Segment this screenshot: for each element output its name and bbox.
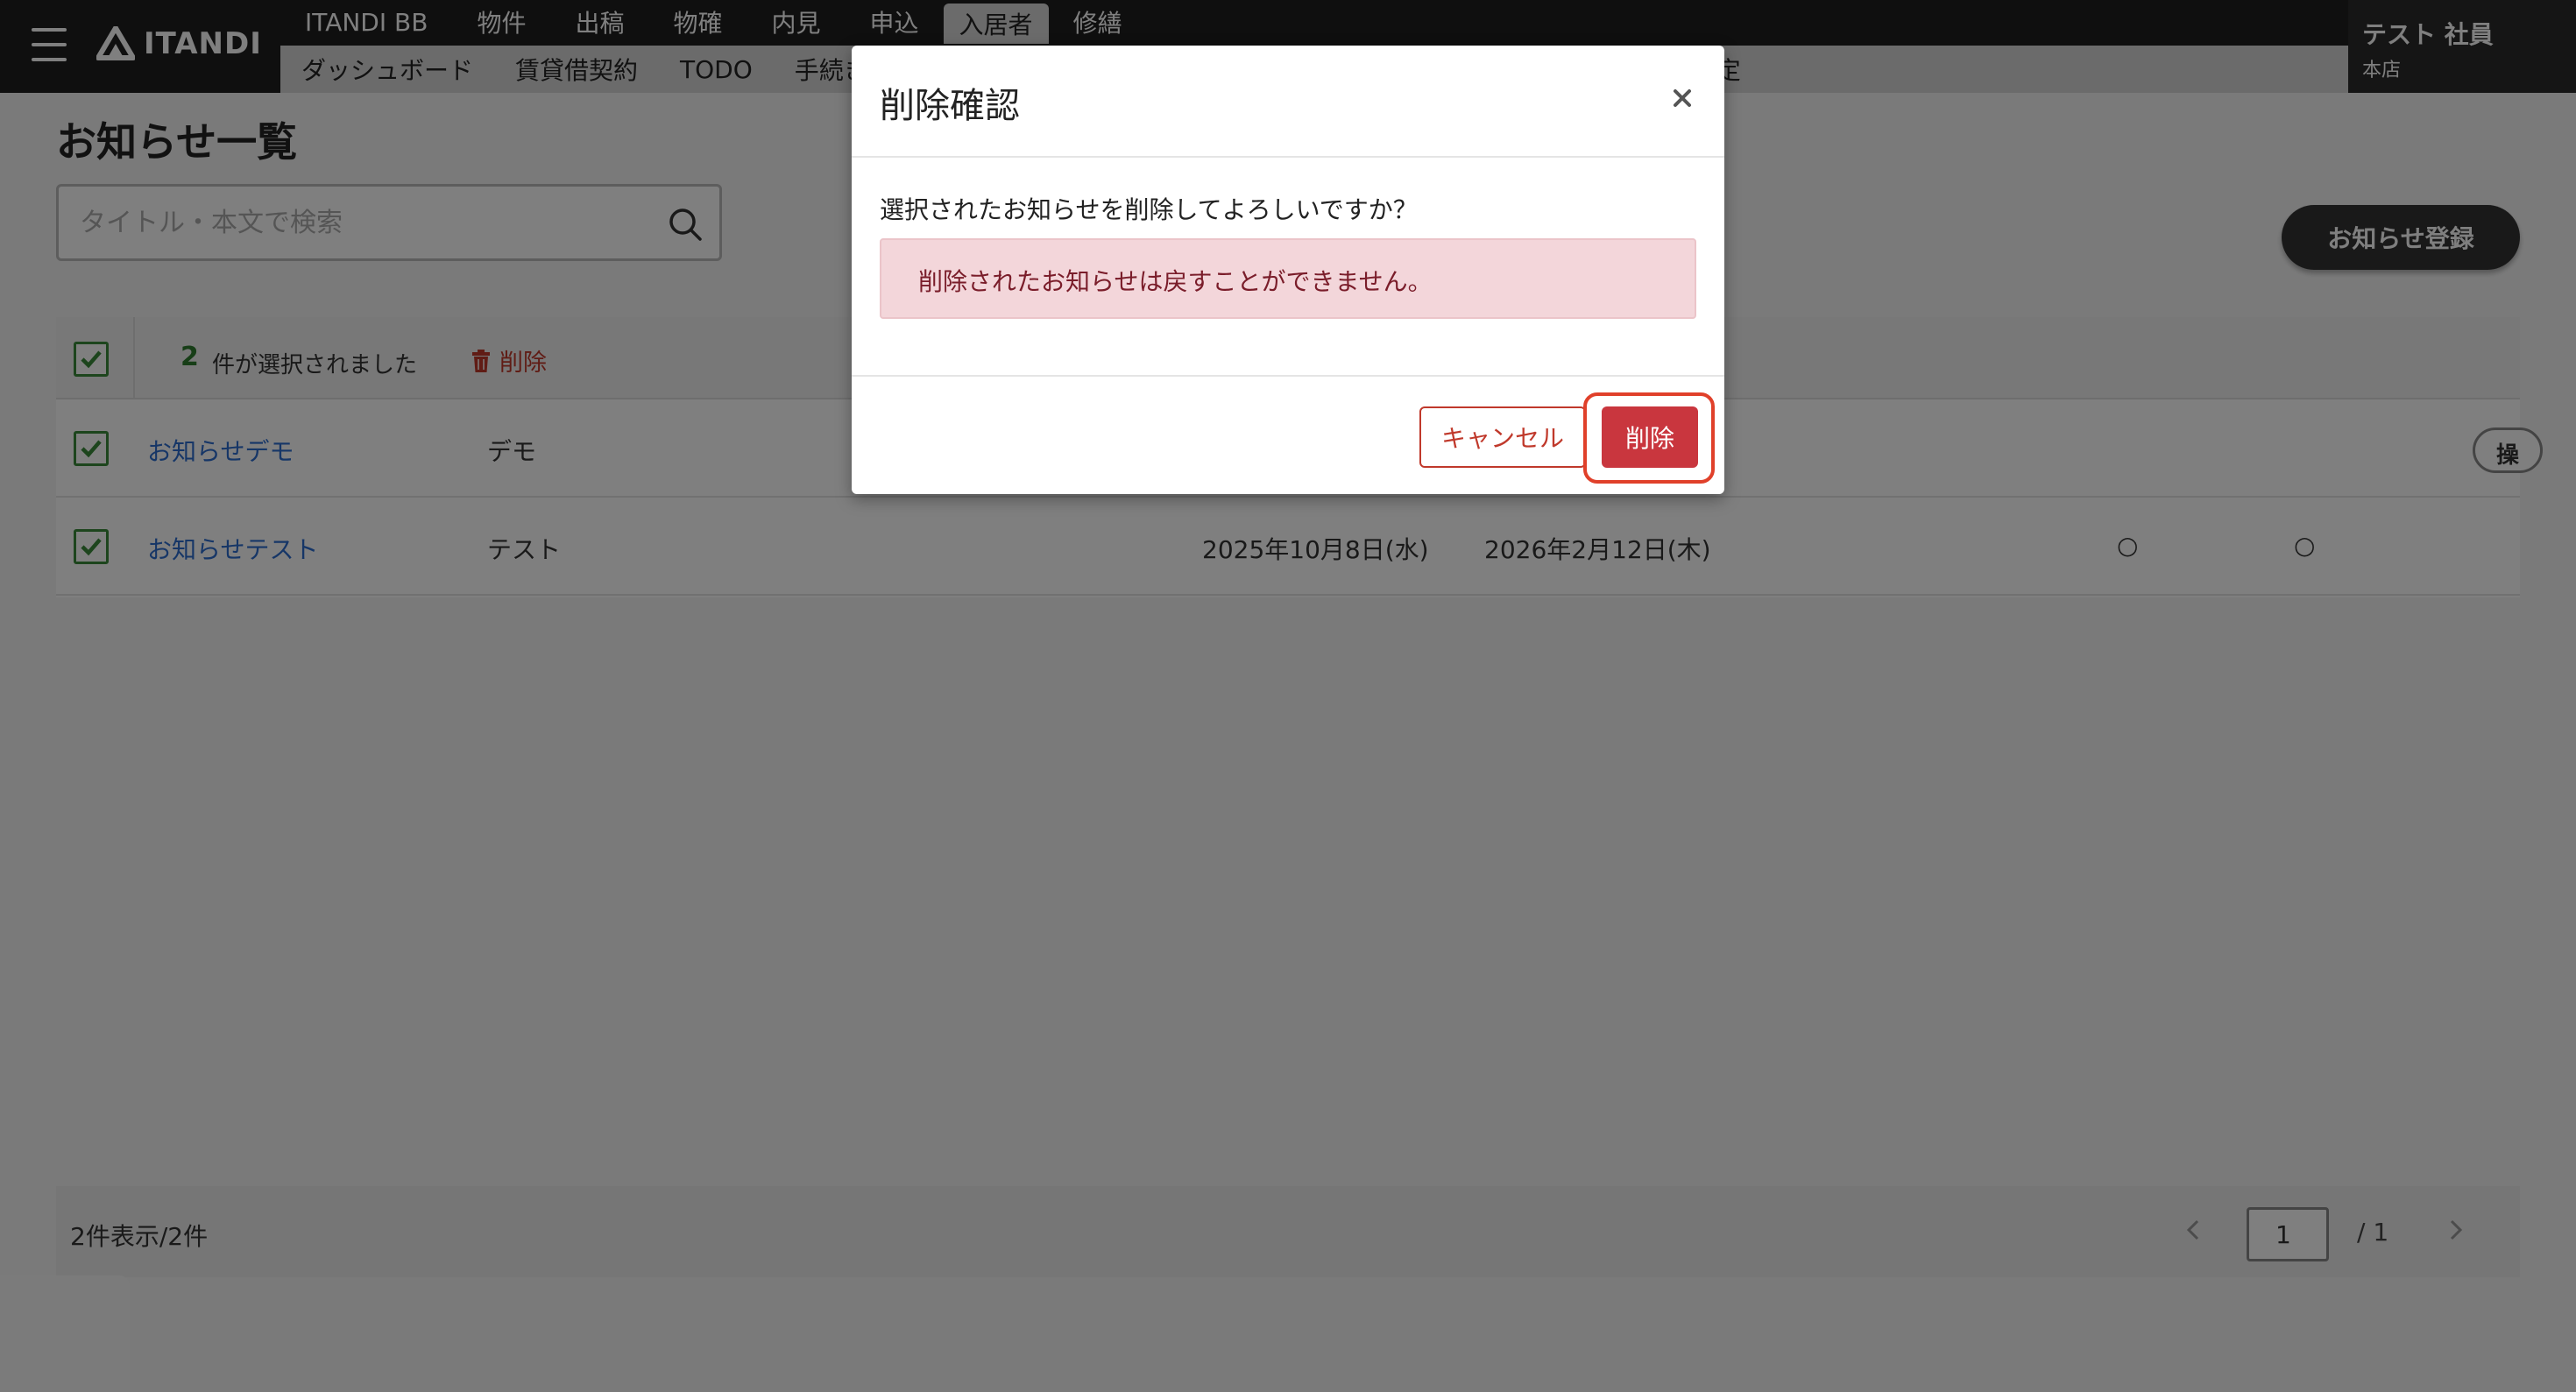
cancel-button[interactable]: キャンセル (1419, 406, 1586, 468)
modal-title: 削除確認 (880, 86, 1020, 126)
delete-confirm-dialog: 削除確認 選択されたお知らせを削除してよろしいですか？ 削除されたお知らせは戻す… (852, 46, 1724, 494)
divider (852, 375, 1724, 377)
confirm-delete-button[interactable]: 削除 (1602, 406, 1698, 468)
modal-message: 選択されたお知らせを削除してよろしいですか？ (880, 195, 1418, 224)
warning-alert: 削除されたお知らせは戻すことができません。 (880, 238, 1696, 319)
modal-header: 削除確認 (852, 46, 1724, 158)
close-icon[interactable] (1667, 82, 1698, 114)
